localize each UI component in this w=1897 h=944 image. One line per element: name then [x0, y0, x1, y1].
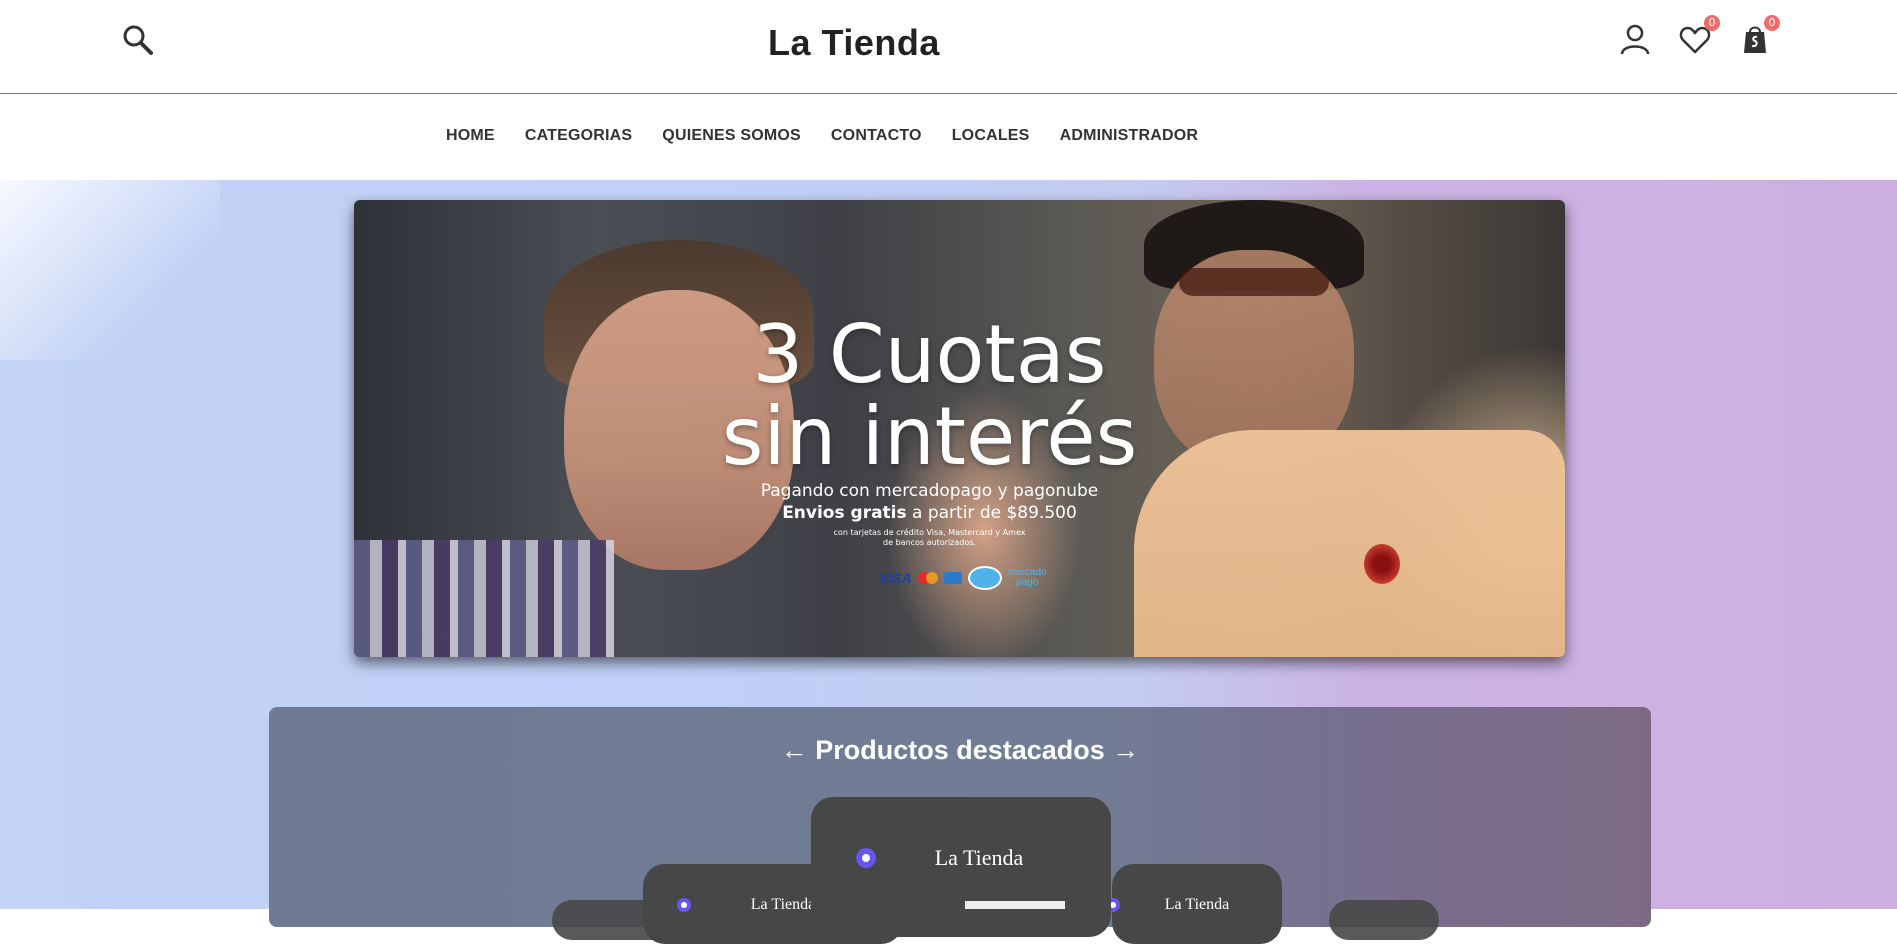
nav-item-quienes-somos[interactable]: QUIENES SOMOS [662, 127, 801, 145]
mastercard-logo [917, 572, 938, 584]
banner-subline: Pagando con mercadopago y pagonube [760, 481, 1099, 501]
nav-item-administrador[interactable]: ADMINISTRADOR [1060, 127, 1199, 145]
product-card-brand: La Tienda [1164, 896, 1230, 913]
nav-item-locales[interactable]: LOCALES [952, 127, 1030, 145]
banner-fineprint-line2: de bancos autorizados. [883, 538, 976, 547]
banner-headline-line2: sin interés [721, 390, 1138, 483]
featured-products-title[interactable]: ← Productos destacados → [269, 735, 1651, 766]
product-card-brand: La Tienda [934, 845, 1024, 870]
product-card-far-right[interactable] [1329, 900, 1439, 940]
mercadopago-line2: pago [1016, 577, 1039, 588]
banner-photo-sweater-logo [1364, 544, 1400, 584]
user-icon[interactable] [1618, 22, 1652, 56]
featured-products-section: ← Productos destacados → La Tienda La Ti… [269, 707, 1651, 944]
cart-count-badge: 0 [1764, 15, 1780, 31]
visa-logo: VISA [879, 570, 912, 586]
wishlist-count-badge: 0 [1704, 15, 1720, 31]
banner-headline-line1: 3 Cuotas [752, 308, 1107, 401]
product-card-center[interactable]: La Tienda [811, 797, 1111, 937]
nav-item-categorias[interactable]: CATEGORIAS [525, 127, 632, 145]
banner-free-shipping-bold: Envios gratis [782, 503, 907, 523]
mercadopago-logo: mercado pago [1008, 568, 1047, 588]
nav-list: HOME CATEGORIAS QUIENES SOMOS CONTACTO L… [446, 127, 1228, 145]
banner-fineprint-line1: con tarjetas de crédito Visa, Mastercard… [833, 528, 1026, 537]
banner-free-shipping: Envios gratis a partir de $89.500 [354, 503, 1535, 523]
nav-item-contacto[interactable]: CONTACTO [831, 127, 922, 145]
product-card-right[interactable]: La Tienda [1106, 864, 1282, 944]
site-header: La Tienda 0 0 [0, 0, 1897, 94]
product-card-image [965, 901, 1065, 909]
main-nav: HOME CATEGORIAS QUIENES SOMOS CONTACTO L… [0, 94, 1897, 180]
nav-item-home[interactable]: HOME [446, 127, 495, 145]
amex-logo [943, 572, 962, 584]
banner-photo-plaid-shirt [354, 540, 614, 657]
hero-banner[interactable]: 3 Cuotas sin interés Pagando con mercado… [354, 200, 1565, 657]
payment-logos: VISA mercado pago [879, 566, 1047, 590]
banner-fineprint: con tarjetas de crédito Visa, Mastercard… [354, 528, 1535, 548]
banner-free-shipping-rest: a partir de $89.500 [906, 503, 1077, 523]
wishlist-button[interactable]: 0 [1678, 15, 1720, 56]
cart-button[interactable]: 0 [1738, 15, 1780, 56]
site-brand[interactable]: La Tienda [0, 22, 1708, 64]
banner-photo-sunglasses [1179, 268, 1329, 296]
mercadopago-handshake-icon [967, 566, 1002, 590]
